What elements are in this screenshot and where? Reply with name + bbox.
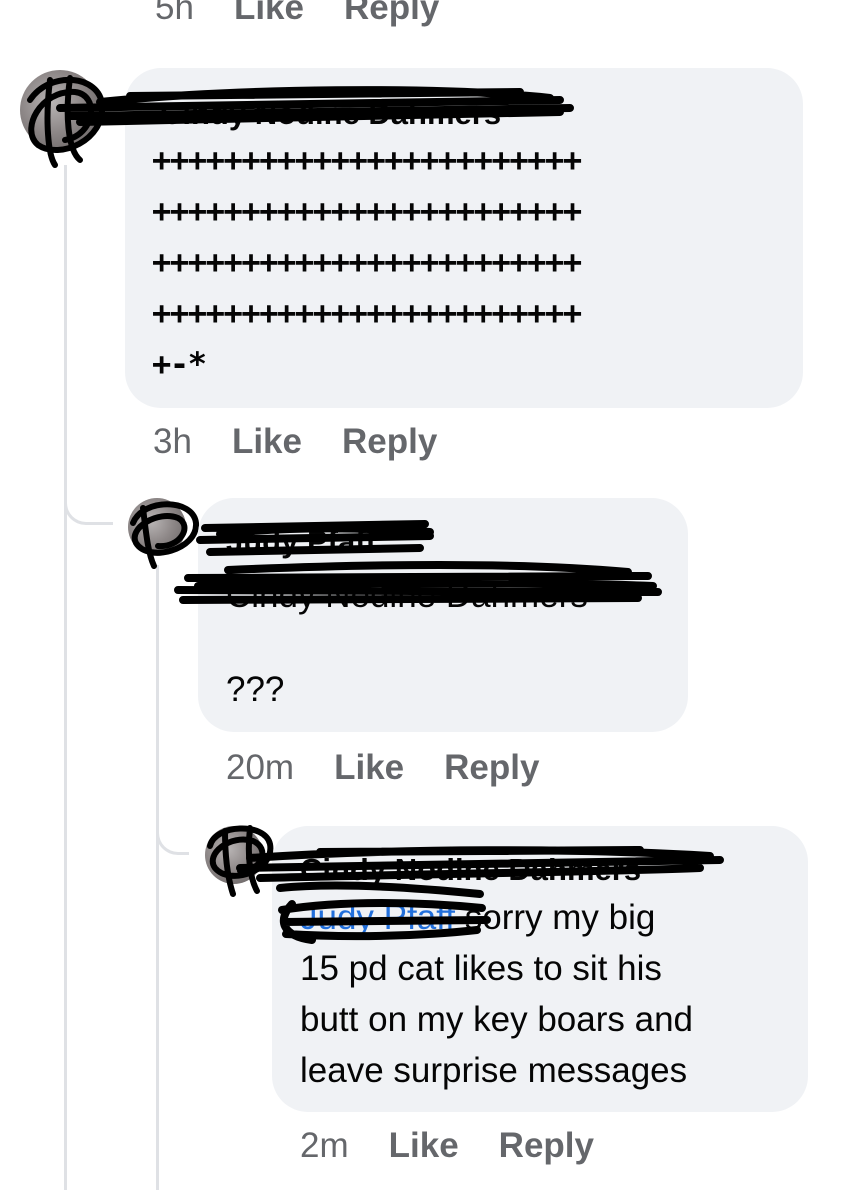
top-reply-button[interactable]: Reply [344, 0, 439, 28]
top-comment-meta: 5h Like Reply [155, 0, 439, 28]
thread-line-reply [156, 565, 159, 1190]
comment3-text-body: 15 pd cat likes to sit his butt on my ke… [300, 949, 693, 1090]
comment3-author-name[interactable]: Cindy Nodine Dahmers [300, 852, 641, 888]
comment1-line-1: ++++++++++++++++++++++++ [152, 141, 582, 179]
comment1-meta: 3h Like Reply [153, 422, 437, 462]
comment2-avatar[interactable] [128, 498, 199, 569]
comment3-avatar[interactable] [205, 825, 274, 897]
comment2-author-name[interactable]: Judy Pfaff [226, 524, 376, 560]
comment2-time: 20m [226, 748, 295, 787]
comment2-reply-button[interactable]: Reply [444, 748, 539, 788]
comment3-reply-button[interactable]: Reply [499, 1126, 594, 1166]
comment3-text-first-line: Judy Pfaff sorry my big [300, 892, 655, 943]
comment2-mention-link[interactable]: Cindy Nodine Dahmers [226, 570, 588, 621]
comment2-meta: 20m Like Reply [226, 748, 539, 788]
comment1-author-name[interactable]: Cindy Nodine Dahmers [160, 96, 501, 132]
comment2-text: ??? [226, 670, 285, 709]
thread-connector-reply-2 [156, 800, 189, 855]
comment2-avatar-scribble [130, 501, 199, 569]
top-like-button[interactable]: Like [234, 0, 304, 28]
comment1-line-3: ++++++++++++++++++++++++ [152, 243, 582, 281]
comment1-line-5: +-* [152, 345, 207, 383]
comment3-meta: 2m Like Reply [300, 1126, 594, 1166]
comment1-avatar[interactable] [20, 70, 106, 168]
comment1-time: 3h [153, 422, 192, 461]
comment3-like-button[interactable]: Like [389, 1126, 459, 1166]
thread-line-main [64, 165, 67, 1190]
comment1-avatar-scribble [27, 75, 106, 168]
comment3-mention-link[interactable]: Judy Pfaff [300, 898, 455, 937]
comment2-like-button[interactable]: Like [334, 748, 404, 788]
comment3-text-first: sorry my big [464, 898, 656, 937]
comment1-line-4: ++++++++++++++++++++++++ [152, 294, 582, 332]
thread-connector-reply-1 [64, 470, 113, 525]
comment1-like-button[interactable]: Like [232, 422, 302, 462]
comment1-line-2: ++++++++++++++++++++++++ [152, 192, 582, 230]
top-comment-time: 5h [155, 0, 194, 27]
comment1-reply-button[interactable]: Reply [342, 422, 437, 462]
comment3-time: 2m [300, 1126, 349, 1165]
